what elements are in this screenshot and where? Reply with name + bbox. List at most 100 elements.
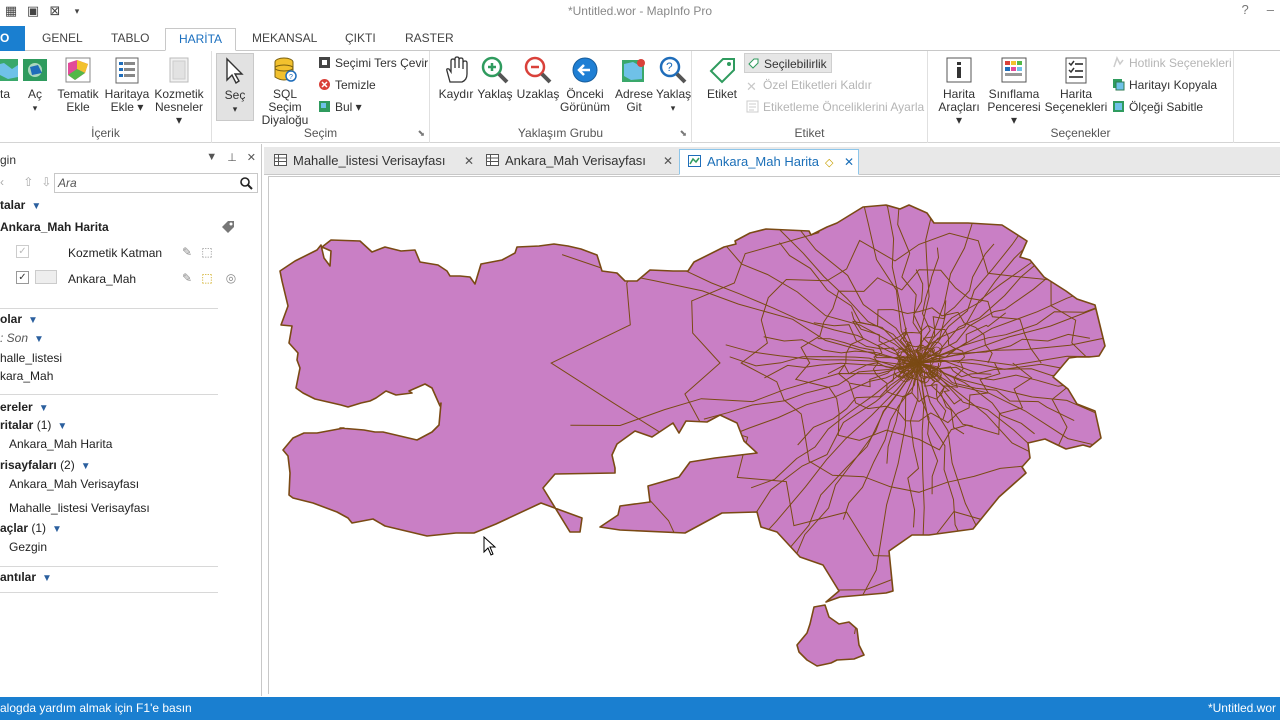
map-node[interactable]: Ankara_Mah Harita [0, 218, 109, 236]
explorer-search-input[interactable]: Ara [54, 173, 258, 193]
collapse-icon[interactable]: ▼ [81, 458, 91, 476]
add-thematic-button[interactable]: Tematik Ekle [54, 55, 102, 114]
close-tab-icon[interactable]: ✕ [844, 150, 854, 174]
window-item-map[interactable]: Ankara_Mah Harita [9, 435, 112, 453]
layer-name-ankara[interactable]: Ankara_Mah [68, 270, 136, 288]
sort-selector[interactable]: : Son ▼ [0, 329, 44, 347]
sql-select-button[interactable]: ? SQL Seçim Diyaloğu [256, 55, 314, 127]
edit-pencil-icon[interactable]: ✎ [180, 245, 194, 259]
maps-section-header[interactable]: talar ▼ [0, 196, 41, 214]
copy-map-button[interactable]: Haritayı Kopyala [1112, 75, 1217, 95]
close-tab-icon[interactable]: ✕ [464, 149, 474, 173]
map-window-icon [688, 155, 701, 167]
yaklasim-dialog-launcher-icon[interactable]: ⬊ [679, 128, 687, 139]
info-tool-icon [946, 57, 972, 83]
doc-tab-ankara-map[interactable]: Ankara_Mah Harita ◇ ✕ [679, 149, 859, 175]
group-secenekler: Harita Araçları ▾ Sınıflama Penceresi ▾ … [928, 51, 1234, 143]
collapse-icon[interactable]: ▼ [31, 198, 41, 216]
harita-button[interactable]: rta [0, 55, 18, 101]
minimize-button[interactable]: – [1267, 2, 1274, 17]
label-toggle-icon[interactable]: ◎ [224, 271, 238, 285]
collapse-icon[interactable]: ▼ [42, 570, 52, 588]
find-button[interactable]: Bul ▾ [318, 97, 362, 117]
tab-raster[interactable]: RASTER [395, 28, 464, 51]
zoom-in-icon [481, 56, 509, 84]
open-button[interactable]: Aç ▾ [20, 55, 50, 115]
dropdown-icon[interactable]: ▼ [34, 331, 44, 349]
connections-section-header[interactable]: antılar ▼ [0, 568, 52, 586]
tab-tablo[interactable]: TABLO [101, 28, 159, 51]
tab-harita[interactable]: HARİTA [165, 28, 236, 51]
hotlink-options-button[interactable]: Hotlink Seçenekleri [1112, 53, 1232, 73]
cosmetic-layer-checkbox[interactable]: ✓ [16, 245, 29, 258]
map-tools-button[interactable]: Harita Araçları ▾ [934, 55, 984, 127]
zoom-in-button[interactable]: Yaklaş [476, 55, 514, 101]
layer-list-icon [115, 57, 139, 84]
classification-window-button[interactable]: Sınıflama Penceresi ▾ [984, 55, 1044, 127]
edit-pencil-icon[interactable]: ✎ [180, 271, 194, 285]
layer-name-cosmetic[interactable]: Kozmetik Katman [68, 244, 162, 262]
window-item-browser[interactable]: Ankara_Mah Verisayfası [9, 475, 139, 493]
label-priority-button[interactable]: Etiketleme Önceliklerini Ayarla [746, 97, 924, 117]
ankara-districts-layer[interactable] [279, 177, 1280, 667]
move-layer-arrows-icon[interactable]: ‹ ⇧⇩ [0, 175, 59, 189]
window-item-tool[interactable]: Gezgin [9, 538, 47, 556]
panel-close-icon[interactable]: ✕ [247, 151, 256, 164]
pan-button[interactable]: Kaydır [436, 55, 476, 101]
selectable-icon[interactable]: ⬚ [200, 245, 214, 259]
browsers-group-header[interactable]: risayfaları (2) ▼ [0, 456, 91, 474]
help-button[interactable]: ? [1242, 2, 1249, 17]
select-button[interactable]: Seç ▾ [216, 53, 254, 121]
group-secim: Seç ▾ ? SQL Seçim Diyaloğu Seçimi Ters Ç… [212, 51, 430, 143]
lock-scale-button[interactable]: Ölçeği Sabitle [1112, 97, 1203, 117]
remove-icon: ✕ [746, 79, 757, 94]
cosmetic-objects-button[interactable]: Kozmetik Nesneler ▾ [151, 55, 207, 127]
pin-icon[interactable]: ⊥ [227, 151, 237, 164]
tab-pro[interactable]: O [0, 26, 25, 51]
panel-menu-icon[interactable]: ▼ [206, 151, 217, 164]
secim-dialog-launcher-icon[interactable]: ⬊ [417, 128, 425, 139]
selectability-button[interactable]: Seçilebilirlik [744, 53, 832, 73]
browser-table-icon [486, 154, 499, 166]
windows-section-header[interactable]: ereler ▼ [0, 398, 49, 416]
layer-style-swatch[interactable] [35, 270, 57, 284]
tools-group-header[interactable]: açlar (1) ▼ [0, 519, 62, 537]
tab-cikti[interactable]: ÇIKTI [335, 28, 386, 51]
table-item[interactable]: kara_Mah [0, 367, 53, 385]
table-item[interactable]: halle_listesi [0, 349, 62, 367]
ankara-layer-checkbox[interactable]: ✓ [16, 271, 29, 284]
selectability-icon [748, 58, 759, 69]
invert-selection-button[interactable]: Seçimi Ters Çevir [318, 53, 428, 73]
add-to-map-button[interactable]: Haritaya Ekle ▾ [103, 55, 151, 114]
label-button[interactable]: Etiket [702, 55, 742, 101]
layer-control-icon[interactable] [220, 219, 236, 235]
status-bar: alogda yardım almak için F1'e basın *Unt… [0, 697, 1280, 720]
search-icon[interactable] [239, 176, 253, 190]
tab-genel[interactable]: GENEL [32, 28, 93, 51]
zoom-out-button[interactable]: Uzaklaş [516, 55, 560, 101]
ribbon: rta Aç ▾ Tematik Ekle Haritaya Ekle ▾ Ko… [0, 51, 1280, 143]
doc-tab-ankara-browser[interactable]: Ankara_Mah Verisayfası ✕ [478, 149, 673, 175]
close-tab-icon[interactable]: ✕ [663, 149, 673, 173]
ankara-boundary-main[interactable] [279, 204, 1106, 603]
tables-section-header[interactable]: olar ▼ [0, 310, 38, 328]
tab-mekansal[interactable]: MEKANSAL [242, 28, 327, 51]
mouse-cursor-icon [483, 536, 497, 556]
remove-custom-labels-button[interactable]: ✕ Özel Etiketleri Kaldır [746, 75, 872, 95]
clear-selection-button[interactable]: Temizle [318, 75, 376, 95]
map-canvas[interactable] [269, 177, 1280, 695]
maps-group-header[interactable]: ritalar (1) ▼ [0, 416, 67, 434]
collapse-icon[interactable]: ▼ [52, 521, 62, 539]
map-options-button[interactable]: Harita Seçenekleri [1044, 55, 1108, 114]
collapse-icon[interactable]: ▼ [28, 312, 38, 330]
previous-view-button[interactable]: Önceki Görünüm [560, 55, 610, 114]
selectable-icon[interactable]: ⬚ [200, 271, 214, 285]
go-to-address-button[interactable]: Adrese Git [614, 55, 654, 114]
zoom-dropdown-button[interactable]: ? Yaklaş ▾ [656, 55, 691, 115]
map-window[interactable] [268, 176, 1280, 694]
doc-tab-mahalle-browser[interactable]: Mahalle_listesi Verisayfası ✕ [266, 149, 474, 175]
map-icon [0, 59, 18, 81]
ankara-boundary-south[interactable] [796, 604, 865, 667]
window-item-browser[interactable]: Mahalle_listesi Verisayfası [9, 499, 150, 517]
collapse-icon[interactable]: ▼ [57, 418, 67, 436]
